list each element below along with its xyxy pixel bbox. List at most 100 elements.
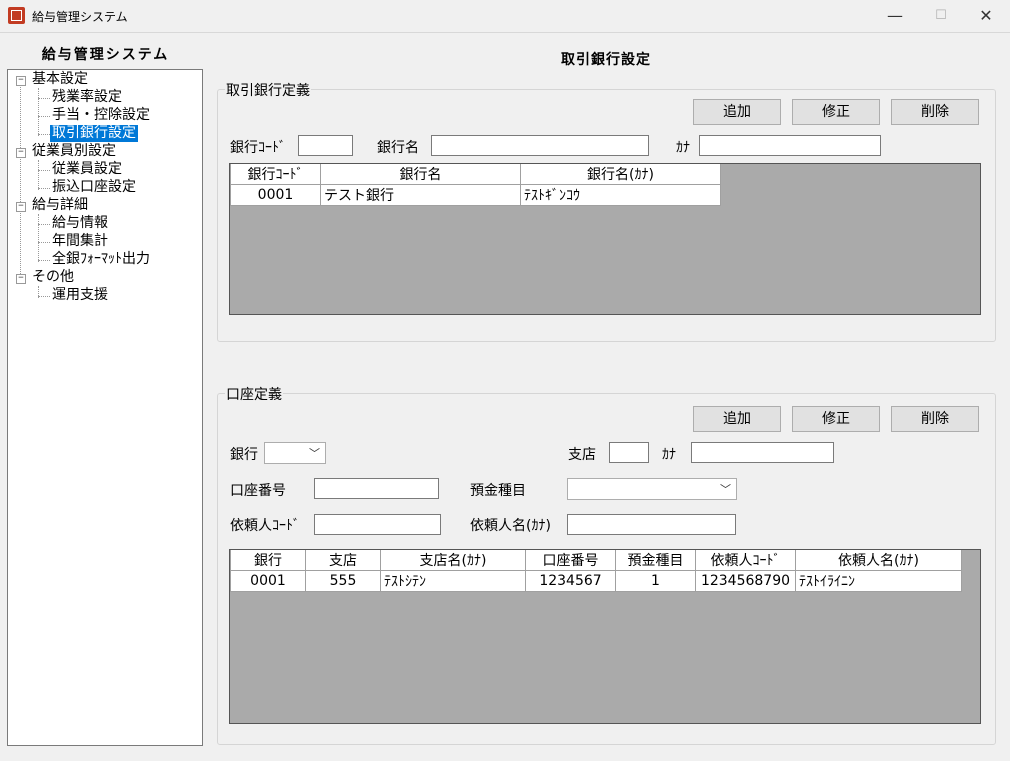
bank-delete-button[interactable]: 削除	[891, 99, 979, 125]
table-cell[interactable]: 0001	[230, 570, 306, 592]
column-header[interactable]: 銀行	[230, 550, 306, 571]
account-table-header: 銀行 支店 支店名(ｶﾅ) 口座番号 預金種目 依頼人ｺｰﾄﾞ 依頼人名(ｶﾅ)	[230, 550, 962, 571]
column-header[interactable]: 口座番号	[525, 550, 616, 571]
column-header[interactable]: 支店名(ｶﾅ)	[380, 550, 526, 571]
tree-item-overtime-rate[interactable]: 残業率設定	[50, 89, 124, 106]
account-number-input[interactable]	[314, 478, 439, 499]
tree-line	[38, 88, 39, 136]
window-title: 給与管理システム	[32, 10, 128, 24]
table-cell[interactable]: ﾃｽﾄｷﾞﾝｺｳ	[520, 184, 721, 206]
account-edit-button[interactable]: 修正	[792, 406, 880, 432]
requester-code-label: 依頼人ｺｰﾄﾞ	[230, 518, 300, 534]
requester-code-input[interactable]	[314, 514, 441, 535]
account-kana-input[interactable]	[691, 442, 834, 463]
tree-item-basic-settings[interactable]: 基本設定	[30, 71, 90, 88]
account-delete-button[interactable]: 削除	[891, 406, 979, 432]
column-header[interactable]: 銀行名(ｶﾅ)	[520, 164, 721, 185]
tree-line	[38, 170, 50, 171]
bank-table-header: 銀行ｺｰﾄﾞ 銀行名 銀行名(ｶﾅ)	[230, 164, 721, 185]
chevron-down-icon: ﹀	[720, 483, 731, 496]
account-add-button[interactable]: 追加	[693, 406, 781, 432]
tree-line	[38, 214, 39, 262]
nav-tree[interactable]: − 基本設定 残業率設定 手当・控除設定 取引銀行設定 − 従業員別設定 従業員…	[7, 69, 203, 746]
account-branch-input[interactable]	[609, 442, 649, 463]
chevron-down-icon: ﹀	[309, 447, 320, 460]
bank-name-input[interactable]	[431, 135, 649, 156]
account-number-label: 口座番号	[230, 483, 286, 499]
account-branch-label: 支店	[568, 447, 596, 463]
bank-code-input[interactable]	[298, 135, 353, 156]
table-cell[interactable]: 555	[305, 570, 381, 592]
bank-kana-label: ｶﾅ	[676, 140, 690, 156]
collapse-icon[interactable]: −	[16, 148, 26, 158]
table-cell[interactable]: 1234568790	[695, 570, 796, 592]
column-header[interactable]: 銀行ｺｰﾄﾞ	[230, 164, 321, 185]
table-cell[interactable]: 0001	[230, 184, 321, 206]
bank-edit-button[interactable]: 修正	[792, 99, 880, 125]
tree-item-other[interactable]: その他	[30, 269, 76, 286]
table-cell[interactable]: 1234567	[525, 570, 616, 592]
bank-add-button[interactable]: 追加	[693, 99, 781, 125]
account-grid[interactable]: 銀行 支店 支店名(ｶﾅ) 口座番号 預金種目 依頼人ｺｰﾄﾞ 依頼人名(ｶﾅ)…	[229, 549, 981, 724]
tree-line	[38, 116, 50, 117]
collapse-icon[interactable]: −	[16, 76, 26, 86]
tree-line	[38, 260, 50, 261]
bank-kana-input[interactable]	[699, 135, 881, 156]
requester-name-label: 依頼人名(ｶﾅ)	[470, 518, 551, 534]
account-bank-select[interactable]: ﹀	[264, 442, 326, 464]
deposit-type-label: 預金種目	[470, 483, 526, 499]
bank-grid[interactable]: 銀行ｺｰﾄﾞ 銀行名 銀行名(ｶﾅ) 0001 テスト銀行 ﾃｽﾄｷﾞﾝｺｳ	[229, 163, 981, 315]
deposit-type-select[interactable]: ﹀	[567, 478, 737, 500]
maximize-button[interactable]: ☐	[918, 0, 964, 32]
tree-line	[38, 160, 39, 190]
tree-item-bank-settings[interactable]: 取引銀行設定	[50, 125, 138, 142]
maximize-icon: ☐	[935, 8, 947, 23]
column-header[interactable]: 依頼人ｺｰﾄﾞ	[695, 550, 796, 571]
table-row[interactable]: 0001 テスト銀行 ﾃｽﾄｷﾞﾝｺｳ	[230, 184, 721, 206]
column-header[interactable]: 依頼人名(ｶﾅ)	[795, 550, 962, 571]
table-cell[interactable]: 1	[615, 570, 696, 592]
tree-item-salary-info[interactable]: 給与情報	[50, 215, 110, 232]
close-button[interactable]: ✕	[963, 0, 1009, 32]
bank-definition-legend: 取引銀行定義	[225, 80, 311, 100]
requester-name-input[interactable]	[567, 514, 736, 535]
collapse-icon[interactable]: −	[16, 274, 26, 284]
column-header[interactable]: 預金種目	[615, 550, 696, 571]
title-bar: 給与管理システム — ☐ ✕	[0, 0, 1010, 33]
tree-item-annual-summary[interactable]: 年間集計	[50, 233, 110, 250]
bank-name-label: 銀行名	[377, 140, 419, 156]
tree-line	[38, 134, 50, 135]
table-row[interactable]: 0001 555 ﾃｽﾄｼﾃﾝ 1234567 1 1234568790 ﾃｽﾄ…	[230, 570, 962, 592]
close-icon: ✕	[979, 6, 993, 25]
account-definition-legend: 口座定義	[225, 384, 283, 404]
tree-line	[20, 84, 21, 280]
column-header[interactable]: 支店	[305, 550, 381, 571]
sidebar-title: 給与管理システム	[41, 47, 170, 63]
tree-item-operation-support[interactable]: 運用支援	[50, 287, 110, 304]
tree-line	[38, 98, 50, 99]
page-title: 取引銀行設定	[561, 52, 651, 68]
tree-item-transfer-account[interactable]: 振込口座設定	[50, 179, 138, 196]
tree-item-employee-settings-group[interactable]: 従業員別設定	[30, 143, 118, 160]
account-bank-label: 銀行	[230, 447, 258, 463]
tree-line	[38, 224, 50, 225]
tree-item-zengin-export[interactable]: 全銀ﾌｫｰﾏｯﾄ出力	[50, 251, 152, 268]
bank-code-label: 銀行ｺｰﾄﾞ	[230, 140, 286, 156]
tree-line	[38, 242, 50, 243]
table-cell[interactable]: テスト銀行	[320, 184, 521, 206]
app-icon[interactable]	[8, 7, 25, 24]
bank-table: 銀行ｺｰﾄﾞ 銀行名 銀行名(ｶﾅ) 0001 テスト銀行 ﾃｽﾄｷﾞﾝｺｳ	[230, 164, 721, 206]
tree-item-employee-settings[interactable]: 従業員設定	[50, 161, 124, 178]
column-header[interactable]: 銀行名	[320, 164, 521, 185]
tree-item-allowance-deduction[interactable]: 手当・控除設定	[50, 107, 152, 124]
table-cell[interactable]: ﾃｽﾄｲﾗｲﾆﾝ	[795, 570, 962, 592]
collapse-icon[interactable]: −	[16, 202, 26, 212]
minimize-button[interactable]: —	[872, 0, 918, 32]
tree-line	[38, 296, 50, 297]
tree-item-salary-details[interactable]: 給与詳細	[30, 197, 90, 214]
tree-line	[38, 188, 50, 189]
minimize-icon: —	[887, 6, 903, 25]
account-kana-label: ｶﾅ	[662, 447, 676, 463]
table-cell[interactable]: ﾃｽﾄｼﾃﾝ	[380, 570, 526, 592]
account-table: 銀行 支店 支店名(ｶﾅ) 口座番号 預金種目 依頼人ｺｰﾄﾞ 依頼人名(ｶﾅ)…	[230, 550, 962, 592]
